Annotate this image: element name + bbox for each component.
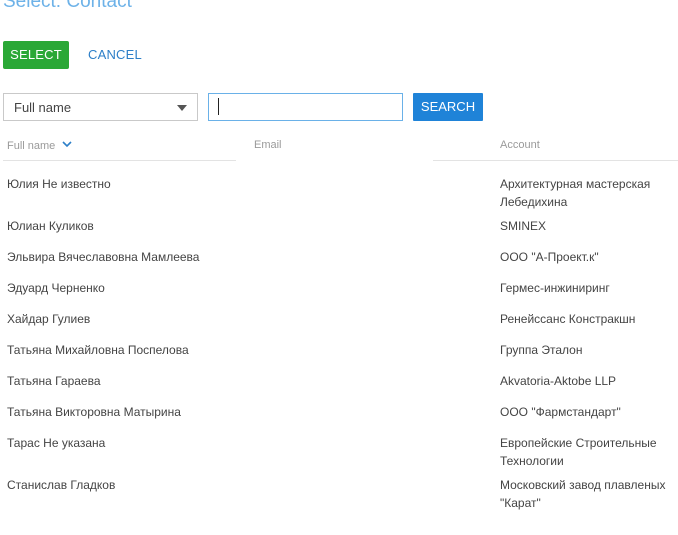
select-button[interactable]: SELECT [3, 41, 69, 69]
cell-full-name: Юлиан Куликов [7, 219, 94, 233]
table-row[interactable]: Эльвира Вячеславовна Мамлеева ООО "А-Про… [0, 235, 678, 266]
cell-full-name: Тарас Не указана [7, 436, 106, 450]
cell-account: SMINEX [500, 219, 547, 233]
table-row[interactable]: Тарас Не указана Европейские Строительны… [0, 421, 678, 468]
cell-full-name: Юлия Не известно [7, 177, 111, 191]
cell-account: Ренейссанс Констракшн [500, 312, 636, 326]
table-row[interactable]: Хайдар Гулиев Ренейссанс Констракшн [0, 297, 678, 328]
column-header-account-label: Account [500, 139, 540, 151]
cell-account: Akvatoria-Aktobe LLP [500, 374, 617, 388]
cell-account: Группа Эталон [500, 343, 583, 357]
cell-full-name: Татьяна Михайловна Поспелова [7, 343, 189, 357]
table-row[interactable]: Юлия Не известно Архитектурная мастерска… [0, 162, 678, 209]
filter-column-dropdown[interactable]: Full name [3, 93, 198, 121]
column-header-full-name-label: Full name [7, 140, 56, 152]
filter-column-value: Full name [14, 100, 72, 115]
column-header-account[interactable]: Account [500, 139, 540, 151]
cell-account: Гермес-инжиниринг [500, 281, 610, 295]
cell-account: ООО "А-Проект.к" [500, 250, 599, 264]
header-divider [433, 160, 678, 161]
search-button[interactable]: SEARCH [413, 93, 483, 121]
column-header-email-label: Email [254, 139, 282, 151]
table-row[interactable]: Татьяна Викторовна Матырина ООО "Фармста… [0, 390, 678, 421]
table-row[interactable]: Татьяна Гараева Akvatoria-Aktobe LLP [0, 359, 678, 390]
table-row[interactable] [0, 505, 678, 535]
table-row[interactable]: Юлиан Куликов SMINEX [0, 204, 678, 235]
column-header-email[interactable]: Email [254, 139, 282, 151]
cell-full-name: Станислав Гладков [7, 478, 116, 492]
cell-account: ООО "Фармстандарт" [500, 405, 621, 419]
cell-full-name: Татьяна Гараева [7, 374, 101, 388]
chevron-down-icon[interactable] [177, 105, 187, 111]
table-row[interactable]: Станислав Гладков Московский завод плавл… [0, 463, 678, 510]
table-row[interactable]: Эдуард Черненко Гермес-инжиниринг [0, 266, 678, 297]
contacts-table-body: Юлия Не известно Архитектурная мастерска… [0, 162, 678, 535]
column-header-full-name[interactable]: Full name [7, 139, 72, 152]
search-input[interactable] [208, 93, 403, 121]
cancel-button[interactable]: CANCEL [88, 41, 142, 69]
page-title: Select: Contact [3, 0, 132, 12]
cell-full-name: Хайдар Гулиев [7, 312, 91, 326]
table-row[interactable]: Татьяна Михайловна Поспелова Группа Этал… [0, 328, 678, 359]
cell-full-name: Эльвира Вячеславовна Мамлеева [7, 250, 200, 264]
cell-full-name: Татьяна Викторовна Матырина [7, 405, 181, 419]
header-divider [3, 160, 236, 161]
sort-descending-icon[interactable] [62, 139, 72, 151]
cell-full-name: Эдуард Черненко [7, 281, 105, 295]
text-cursor [218, 98, 219, 115]
